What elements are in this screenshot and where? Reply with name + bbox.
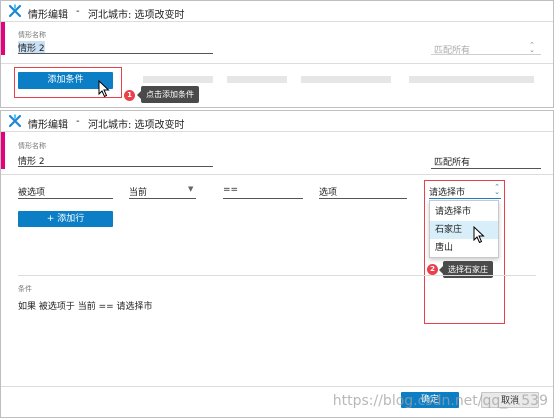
city-select-underline: [429, 198, 501, 199]
placeholder-bar: [143, 76, 213, 83]
dropdown-option[interactable]: 石家庄: [430, 221, 498, 239]
window-subtitle: 河北城市: 选项改变时: [88, 10, 185, 21]
watermark: https://blog.csdn.net/qq_…539: [332, 393, 548, 409]
divider: [18, 275, 536, 276]
operator-underline: [223, 198, 303, 199]
window-subtitle: 河北城市: 选项改变时: [88, 120, 185, 131]
case-name-underline: [18, 166, 213, 167]
case-name-underline: [18, 53, 213, 54]
field-select-underline: [18, 198, 113, 199]
divider: [1, 63, 553, 64]
add-row-button[interactable]: + 添加行: [18, 211, 113, 227]
accent-bar: [1, 22, 5, 55]
conditions-label: 条件: [18, 285, 32, 293]
dialog-case-edit-collapsed: 情形编辑 - 河北城市: 选项改变时 情形名称 情形 2 匹配所有 ⌃ ⌄ 添加条…: [0, 0, 554, 108]
dropdown-option[interactable]: 请选择市: [430, 203, 498, 221]
match-select[interactable]: 匹配所有: [434, 155, 470, 168]
chevron-down-icon: ▼: [188, 185, 194, 193]
app-logo-icon: [8, 114, 22, 128]
title-bar: 情形编辑 - 河北城市: 选项改变时: [1, 111, 553, 132]
city-dropdown-menu: 请选择市 石家庄 唐山: [429, 200, 499, 258]
window-title: 情形编辑: [28, 10, 68, 21]
mouse-cursor-icon: [98, 80, 110, 98]
accent-bar: [1, 132, 5, 169]
dialog-case-edit: 情形编辑 - 河北城市: 选项改变时 情形名称 情形 2 匹配所有 被选项 当前…: [0, 110, 554, 418]
case-name-label: 情形名称: [18, 31, 46, 39]
field-select[interactable]: 被选项: [18, 185, 45, 198]
placeholder-bar: [409, 76, 534, 83]
title-separator: -: [76, 6, 80, 17]
comparator-underline: [129, 198, 196, 199]
mouse-cursor-icon: [473, 226, 485, 244]
match-select-underline: [431, 168, 541, 169]
placeholder-bar: [227, 76, 287, 83]
divider: [1, 386, 553, 387]
app-logo-icon: [8, 4, 22, 18]
title-bar: 情形编辑 - 河北城市: 选项改变时: [1, 1, 553, 22]
select-arrows-icon: ⌃ ⌄: [494, 183, 500, 196]
window-title: 情形编辑: [28, 120, 68, 131]
divider: [1, 174, 553, 175]
comparator-target-select[interactable]: 当前: [129, 185, 147, 198]
title-separator: -: [76, 116, 80, 127]
select-arrows-icon: ⌃ ⌄: [529, 41, 535, 54]
case-name-label: 情形名称: [18, 142, 46, 150]
dropdown-option[interactable]: 唐山: [430, 239, 498, 257]
operator-select[interactable]: ==: [223, 185, 238, 195]
value-type-select[interactable]: 选项: [319, 185, 337, 198]
callout-tooltip-1: 点击添加条件: [137, 86, 199, 103]
step-marker-1: 1: [124, 90, 135, 101]
match-select-underline: [431, 54, 541, 55]
value-type-underline: [319, 198, 407, 199]
placeholder-bar: [301, 76, 391, 83]
condition-summary: 如果 被选项于 当前 == 请选择市: [18, 302, 153, 312]
city-select[interactable]: 请选择市: [429, 185, 465, 198]
step-marker-2: 2: [427, 264, 438, 275]
